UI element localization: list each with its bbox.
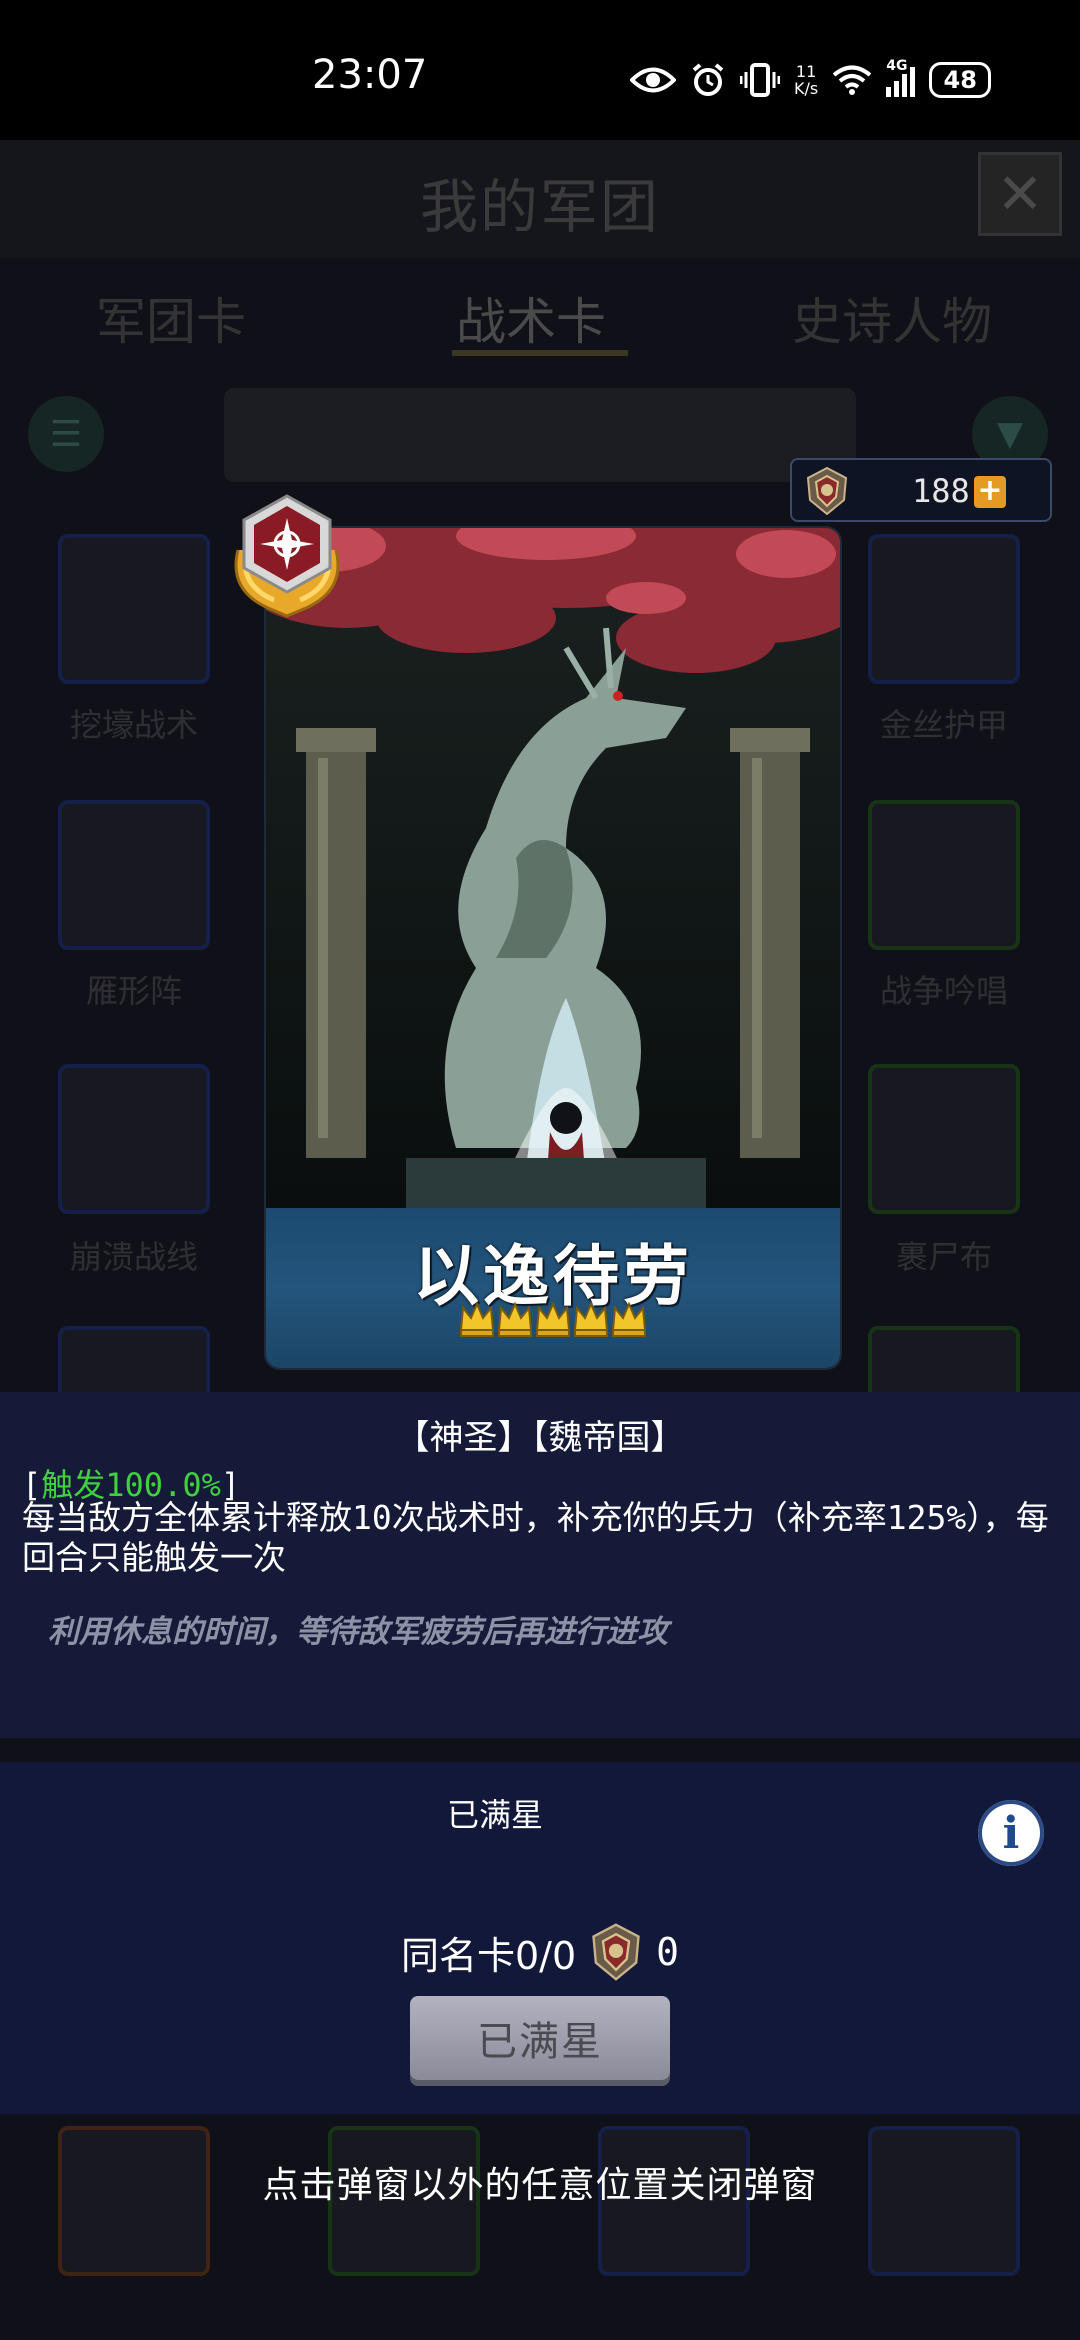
tab-legion-cards[interactable]: 军团卡 — [96, 282, 246, 354]
crown-icon — [535, 1301, 571, 1337]
rarity-badge-icon — [234, 494, 340, 618]
card-label: 战争吟唱 — [879, 972, 1008, 1010]
card-thumbnail[interactable] — [58, 1064, 210, 1214]
page-title: 我的军团 — [419, 173, 660, 241]
net-speed: 11 K/s — [794, 62, 819, 98]
close-hint: 点击弹窗以外的任意位置关闭弹窗 — [262, 2165, 818, 2206]
tab-epic-characters[interactable]: 史诗人物 — [792, 282, 992, 354]
max-star-status: 已满星 — [446, 1796, 543, 1834]
status-time: 23:07 — [312, 52, 428, 98]
vibrate-icon — [740, 63, 780, 97]
flavor-text: 利用休息的时间，等待敌军疲劳后再进行进攻 — [48, 1614, 668, 1650]
tab-tactic-cards[interactable]: 战术卡 — [456, 282, 606, 354]
tactic-card: 以逸待劳 — [266, 528, 840, 1368]
crown-icon — [459, 1301, 495, 1337]
emblem-count: 0 — [656, 1930, 680, 1974]
card-label: 崩溃战线 — [69, 1238, 198, 1276]
list-icon[interactable]: ☰ — [28, 396, 104, 472]
eye-icon — [630, 67, 676, 93]
card-effect: 每当敌方全体累计释放10次战术时，补充你的兵力（补充率125%），每回合只能触发… — [22, 1498, 1049, 1577]
duplicate-label: 同名卡0/0 — [400, 1933, 577, 1978]
search-input[interactable] — [224, 388, 856, 482]
card-thumbnail[interactable] — [868, 1064, 1020, 1214]
card-label: 挖壕战术 — [69, 706, 198, 744]
card-thumbnail[interactable] — [868, 800, 1020, 950]
crown-icon — [497, 1301, 533, 1337]
status-icons: 11 K/s 4G 48 — [630, 58, 992, 102]
alarm-icon — [692, 63, 724, 96]
card-label: 裹尸布 — [895, 1238, 992, 1276]
active-tab-indicator — [452, 350, 628, 356]
currency-value: 188 — [912, 472, 970, 510]
card-tags: 【神圣】【魏帝国】 — [395, 1418, 685, 1458]
emblem-icon — [592, 1923, 640, 1981]
card-thumbnail[interactable] — [58, 800, 210, 950]
info-icon[interactable]: i — [978, 1800, 1044, 1866]
currency-display: 188 + — [790, 458, 1052, 522]
star-rating — [266, 1298, 840, 1338]
battery-icon: 48 — [929, 62, 992, 98]
card-thumbnail[interactable] — [58, 534, 210, 684]
close-icon[interactable]: ✕ — [978, 152, 1062, 236]
card-label: 雁形阵 — [85, 972, 182, 1010]
duplicate-card-count: 同名卡0/0 0 — [0, 1920, 1080, 1984]
card-thumbnail[interactable] — [868, 534, 1020, 684]
wifi-icon — [832, 65, 872, 95]
upgrade-button[interactable]: 已满星 — [410, 1996, 670, 2080]
crown-icon — [611, 1301, 647, 1337]
card-artwork — [266, 528, 840, 1208]
signal-icon: 4G — [886, 59, 916, 97]
emblem-icon — [806, 466, 848, 516]
card-label: 金丝护甲 — [879, 706, 1008, 744]
add-currency-button[interactable]: + — [974, 476, 1006, 508]
crown-icon — [573, 1301, 609, 1337]
